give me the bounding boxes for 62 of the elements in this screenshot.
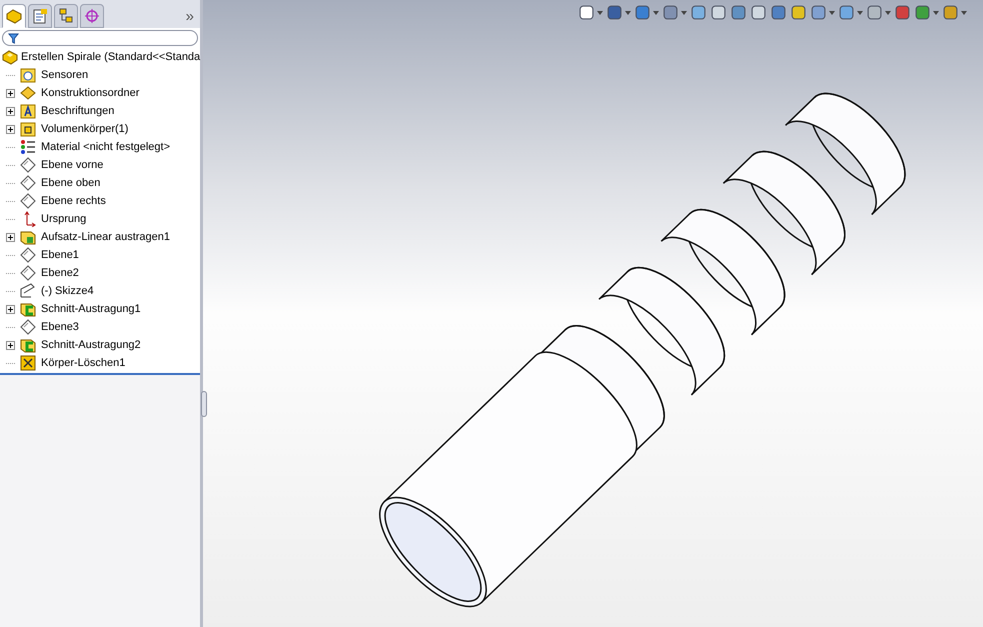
tree-root-label[interactable]: Erstellen Spirale (Standard<<Standa: [21, 48, 200, 66]
tree-item-label[interactable]: Sensoren: [41, 66, 88, 84]
expand-toggle[interactable]: [6, 232, 14, 242]
loft-feature-icon: [20, 229, 36, 245]
expand-toggle[interactable]: [6, 340, 14, 350]
caret-icon[interactable]: [961, 10, 967, 14]
cut-feature-icon: [20, 337, 36, 353]
tree-item-label[interactable]: Ebene vorne: [41, 156, 104, 174]
solid-folder-icon: [20, 121, 36, 137]
tree-item-label[interactable]: Ebene3: [41, 318, 79, 336]
plane-icon: [20, 193, 36, 209]
caret-icon[interactable]: [681, 10, 687, 14]
tree-item-label[interactable]: Ebene rechts: [41, 192, 106, 210]
expand-toggle[interactable]: [6, 124, 14, 134]
plane-icon: [20, 319, 36, 335]
sensor-folder-icon: [20, 67, 36, 83]
diamond-icon: [20, 85, 36, 101]
caret-icon[interactable]: [933, 10, 939, 14]
tree-item-label[interactable]: Aufsatz-Linear austragen1: [41, 228, 170, 246]
expand-toggle[interactable]: [6, 106, 14, 116]
hierarchy-icon: [58, 8, 74, 24]
caret-icon[interactable]: [829, 10, 835, 14]
more-tabs-button[interactable]: »: [186, 9, 198, 28]
caret-icon[interactable]: [857, 10, 863, 14]
part-icon: [2, 49, 18, 65]
panel-tab[interactable]: [28, 4, 52, 28]
expand-toggle[interactable]: [6, 304, 14, 314]
plane-icon: [20, 247, 36, 263]
tree-item-label[interactable]: Ebene2: [41, 264, 79, 282]
tree-item-label[interactable]: Ebene1: [41, 246, 79, 264]
tree-item-label[interactable]: Körper-Löschen1: [41, 354, 126, 372]
delete-body-icon: [20, 355, 36, 371]
caret-icon[interactable]: [885, 10, 891, 14]
tree-item-label[interactable]: Schnitt-Austragung1: [41, 300, 141, 318]
clipboard-icon: [32, 8, 48, 24]
caret-icon[interactable]: [625, 10, 631, 14]
material-icon: [20, 139, 36, 155]
tree-item-label[interactable]: (-) Skizze4: [41, 282, 94, 300]
plane-icon: [20, 157, 36, 173]
panel-tab[interactable]: [2, 4, 26, 28]
tree-item-label[interactable]: Material <nicht festgelegt>: [41, 138, 170, 156]
caret-icon[interactable]: [597, 10, 603, 14]
expand-toggle[interactable]: [6, 88, 14, 98]
tree-item-label[interactable]: Schnitt-Austragung2: [41, 336, 141, 354]
panel-tab[interactable]: [54, 4, 78, 28]
tree-item-label[interactable]: Beschriftungen: [41, 102, 114, 120]
caret-icon[interactable]: [653, 10, 659, 14]
crosshair-icon: [84, 8, 100, 24]
tree-item-label[interactable]: Konstruktionsordner: [41, 84, 140, 102]
filter-field[interactable]: [2, 30, 198, 46]
cut-feature-icon: [20, 301, 36, 317]
plane-icon: [20, 265, 36, 281]
filter-icon: [8, 32, 19, 44]
sketch-icon: [20, 283, 36, 299]
tree-item-label[interactable]: Ebene oben: [41, 174, 100, 192]
letter-a-folder-icon: [20, 103, 36, 119]
panel-splitter-handle[interactable]: [201, 391, 207, 417]
tree-item-label[interactable]: Volumenkörper(1): [41, 120, 128, 138]
plane-icon: [20, 175, 36, 191]
tree-item-label[interactable]: Ursprung: [41, 210, 86, 228]
feature-tree-icon: [6, 8, 22, 24]
panel-tab[interactable]: [80, 4, 104, 28]
